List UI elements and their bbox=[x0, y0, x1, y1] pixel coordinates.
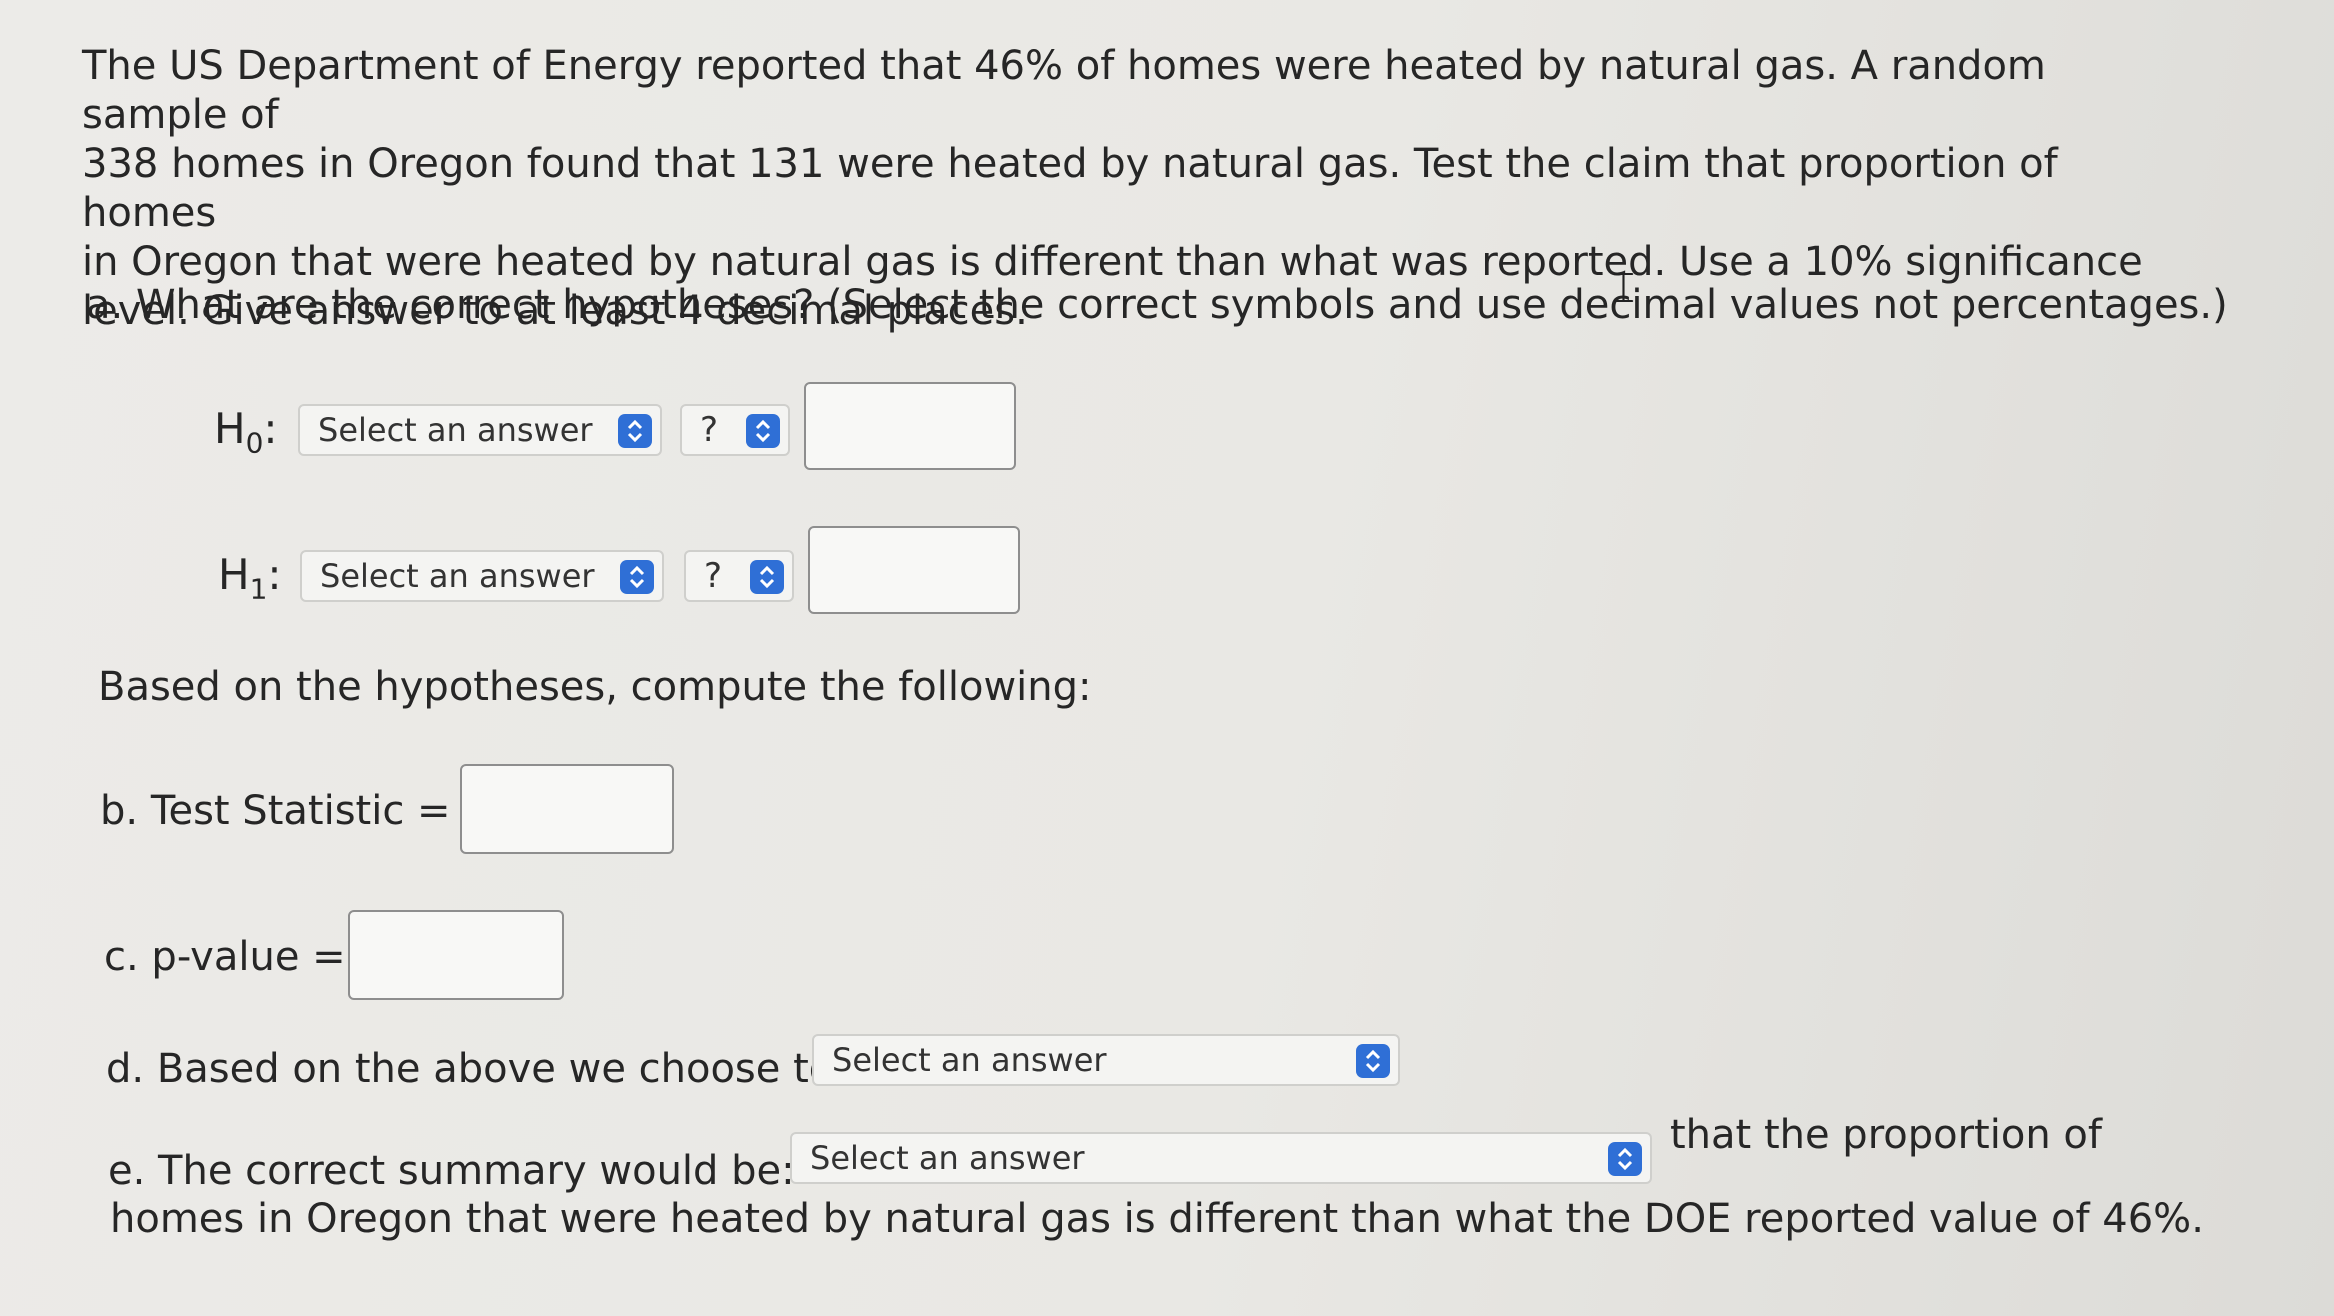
h0-symbol-select[interactable]: ? bbox=[680, 404, 790, 456]
h0-parameter-select-value: Select an answer bbox=[318, 411, 593, 449]
updown-chevron-icon bbox=[746, 414, 780, 448]
updown-chevron-icon bbox=[750, 560, 784, 594]
decision-label: d. Based on the above we choose to bbox=[106, 1046, 834, 1092]
h1-symbol-select-value: ? bbox=[704, 556, 723, 596]
summary-tail-2: homes in Oregon that were heated by natu… bbox=[110, 1196, 2204, 1242]
h0-value-input[interactable] bbox=[804, 382, 1016, 470]
h1-parameter-select-value: Select an answer bbox=[320, 557, 595, 595]
h1-label: H1: bbox=[218, 550, 282, 606]
updown-chevron-icon bbox=[1608, 1142, 1642, 1176]
test-statistic-label: b. Test Statistic = bbox=[100, 788, 451, 834]
h1-value-input[interactable] bbox=[808, 526, 1020, 614]
problem-line-3: in Oregon that were heated by natural ga… bbox=[82, 239, 2143, 285]
problem-line-2: 338 homes in Oregon found that 131 were … bbox=[82, 141, 2058, 236]
summary-tail-1: that the proportion of bbox=[1670, 1112, 2102, 1158]
summary-select-value: Select an answer bbox=[810, 1139, 1085, 1177]
updown-chevron-icon bbox=[618, 414, 652, 448]
h1-parameter-select[interactable]: Select an answer bbox=[300, 550, 664, 602]
decision-select[interactable]: Select an answer bbox=[812, 1034, 1400, 1086]
h1-symbol-select[interactable]: ? bbox=[684, 550, 794, 602]
part-a-question: a. What are the correct hypotheses? (Sel… bbox=[86, 282, 2228, 328]
compute-heading: Based on the hypotheses, compute the fol… bbox=[98, 664, 1092, 710]
h0-symbol-select-value: ? bbox=[700, 410, 719, 450]
updown-chevron-icon bbox=[1356, 1044, 1390, 1078]
text-cursor-icon: 𝙸 bbox=[1608, 262, 1640, 313]
updown-chevron-icon bbox=[620, 560, 654, 594]
summary-select[interactable]: Select an answer bbox=[790, 1132, 1652, 1184]
p-value-input[interactable] bbox=[348, 910, 564, 1000]
h0-parameter-select[interactable]: Select an answer bbox=[298, 404, 662, 456]
summary-label: e. The correct summary would be: bbox=[108, 1148, 795, 1194]
h0-label: H0: bbox=[214, 404, 278, 460]
decision-select-value: Select an answer bbox=[832, 1041, 1107, 1079]
problem-line-1: The US Department of Energy reported tha… bbox=[82, 43, 2046, 138]
p-value-label: c. p-value = bbox=[104, 934, 346, 980]
test-statistic-input[interactable] bbox=[460, 764, 674, 854]
